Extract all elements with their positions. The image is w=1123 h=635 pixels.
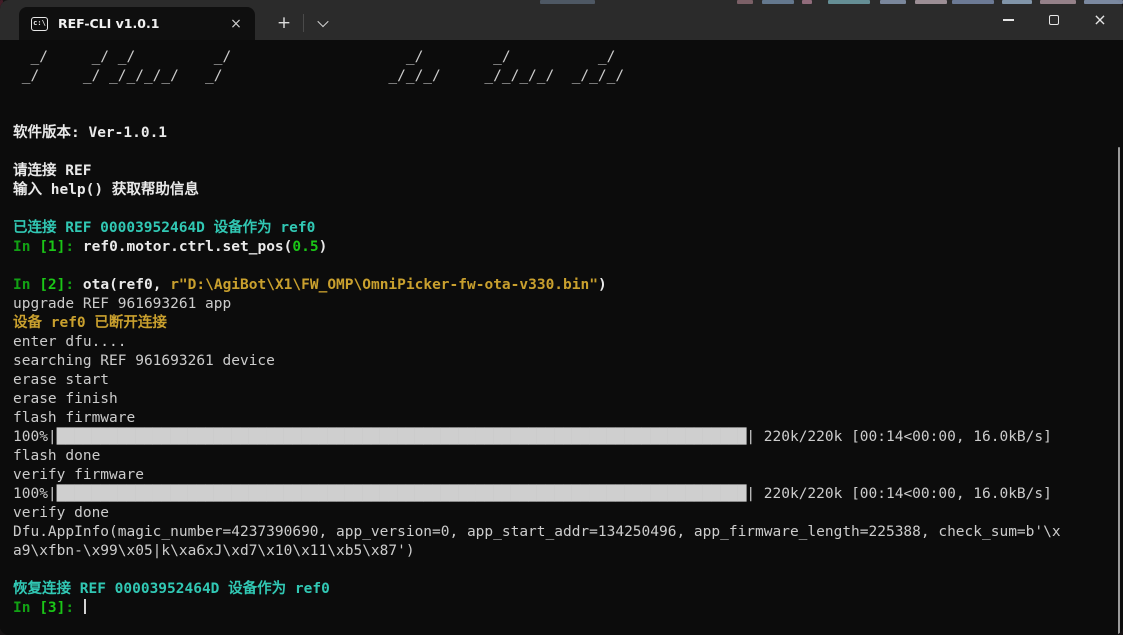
caption-buttons: × bbox=[985, 0, 1123, 40]
terminal-lines: _/ _/ _/ _/ _/ _/ _/ _/ _/ _/_/_/_/ _/ _… bbox=[13, 48, 1123, 618]
terminal-line: verify done bbox=[13, 504, 1123, 523]
terminal-window: c:\ REF-CLI v1.0.1 × + × _/ _/ _/ _/ _/ … bbox=[0, 0, 1123, 635]
screen-artifact bbox=[880, 0, 906, 4]
screen-artifact bbox=[828, 0, 870, 4]
terminal-line bbox=[13, 200, 1123, 219]
terminal-line: In [1]: ref0.motor.ctrl.set_pos(0.5) bbox=[13, 238, 1123, 257]
screen-artifact bbox=[952, 0, 994, 4]
terminal-line bbox=[13, 561, 1123, 580]
tab-dropdown-button[interactable] bbox=[308, 9, 338, 37]
terminal-line: a9\xfbn-\x99\x05|k\xa6xJ\xd7\x10\x11\xb5… bbox=[13, 542, 1123, 561]
terminal-line: _/ _/ _/ _/ _/ _/ _/ bbox=[13, 48, 1123, 67]
minimize-button[interactable] bbox=[985, 0, 1031, 40]
terminal-line: verify firmware bbox=[13, 466, 1123, 485]
screen-artifact bbox=[1084, 0, 1123, 4]
terminal-line: erase start bbox=[13, 371, 1123, 390]
terminal-line: 已连接 REF 00003952464D 设备作为 ref0 bbox=[13, 219, 1123, 238]
terminal-line: Dfu.AppInfo(magic_number=4237390690, app… bbox=[13, 523, 1123, 542]
tab-close-icon[interactable]: × bbox=[227, 15, 245, 33]
terminal-content[interactable]: _/ _/ _/ _/ _/ _/ _/ _/ _/ _/_/_/_/ _/ _… bbox=[0, 40, 1123, 635]
terminal-line: upgrade REF 961693261 app bbox=[13, 295, 1123, 314]
terminal-line bbox=[13, 143, 1123, 162]
scrollbar-thumb[interactable] bbox=[1118, 147, 1120, 635]
terminal-line: 恢复连接 REF 00003952464D 设备作为 ref0 bbox=[13, 580, 1123, 599]
tabrow-divider bbox=[303, 14, 304, 32]
terminal-line: 输入 help() 获取帮助信息 bbox=[13, 181, 1123, 200]
terminal-line: In [2]: ota(ref0, r"D:\AgiBot\X1\FW_OMP\… bbox=[13, 276, 1123, 295]
new-tab-button[interactable]: + bbox=[269, 9, 299, 37]
titlebar[interactable]: c:\ REF-CLI v1.0.1 × + × bbox=[0, 0, 1123, 40]
terminal-line: erase finish bbox=[13, 390, 1123, 409]
terminal-cursor bbox=[84, 599, 87, 614]
terminal-line: 请连接 REF bbox=[13, 162, 1123, 181]
terminal-line bbox=[13, 86, 1123, 105]
maximize-button[interactable] bbox=[1031, 0, 1077, 40]
command-prompt-icon: c:\ bbox=[31, 17, 48, 31]
terminal-line: 100%|███████████████████████████████████… bbox=[13, 485, 1123, 504]
tab-title: REF-CLI v1.0.1 bbox=[58, 16, 217, 31]
close-icon: × bbox=[1093, 12, 1106, 28]
terminal-line: In [3]: bbox=[13, 599, 1123, 618]
minimize-icon bbox=[1003, 19, 1014, 21]
terminal-line: flash done bbox=[13, 447, 1123, 466]
terminal-line: searching REF 961693261 device bbox=[13, 352, 1123, 371]
screen-artifact bbox=[915, 0, 947, 4]
screen-artifact bbox=[1002, 0, 1032, 4]
screen-artifact bbox=[540, 0, 595, 4]
screen-artifact bbox=[762, 0, 794, 4]
chevron-down-icon bbox=[317, 16, 328, 27]
screen-artifact bbox=[737, 0, 753, 4]
maximize-icon bbox=[1049, 15, 1059, 25]
terminal-line: 软件版本: Ver-1.0.1 bbox=[13, 124, 1123, 143]
terminal-line: 100%|███████████████████████████████████… bbox=[13, 428, 1123, 447]
terminal-line: flash firmware bbox=[13, 409, 1123, 428]
tab-ref-cli[interactable]: c:\ REF-CLI v1.0.1 × bbox=[19, 7, 255, 40]
close-button[interactable]: × bbox=[1077, 0, 1123, 40]
terminal-line: _/ _/ _/_/_/_/ _/ _/_/_/ _/_/_/_/ _/_/_/ bbox=[13, 67, 1123, 86]
screen-artifact bbox=[1040, 0, 1076, 4]
terminal-line bbox=[13, 105, 1123, 124]
terminal-line: enter dfu.... bbox=[13, 333, 1123, 352]
terminal-line: 设备 ref0 已断开连接 bbox=[13, 314, 1123, 333]
terminal-line bbox=[13, 257, 1123, 276]
screen-artifact bbox=[802, 0, 812, 4]
